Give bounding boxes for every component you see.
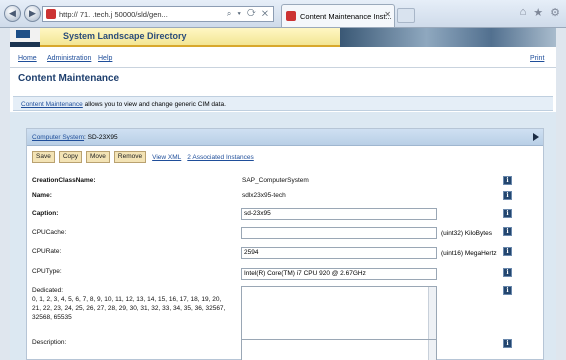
cpucache-label: CPUCache:	[32, 229, 67, 236]
nav-home-link[interactable]: Home	[18, 55, 37, 62]
nav-print-link[interactable]: Print	[530, 55, 544, 62]
info-bar: Content Maintenance allows you to view a…	[13, 96, 553, 111]
sld-banner: System Landscape Directory	[10, 28, 556, 47]
page-title: Content Maintenance	[18, 73, 120, 84]
web-page: System Landscape Directory Home Administ…	[10, 28, 556, 360]
computer-system-link[interactable]: Computer System	[32, 134, 84, 141]
info-icon[interactable]: i	[503, 339, 512, 348]
caption-label: Caption:	[32, 210, 59, 217]
info-icon[interactable]: i	[503, 286, 512, 295]
info-icon[interactable]: i	[503, 209, 512, 218]
content-maintenance-link[interactable]: Content Maintenance	[21, 101, 83, 108]
nav-administration-link[interactable]: Administration	[47, 55, 91, 62]
content-area: Computer System: SD-23X95 Save Copy Move…	[10, 112, 556, 360]
cputype-field[interactable]: Intel(R) Core(TM) i7 CPU 920 @ 2.67GHz	[241, 268, 437, 280]
description-field[interactable]	[241, 339, 437, 360]
info-icon[interactable]: i	[503, 176, 512, 185]
info-icon[interactable]: i	[503, 247, 512, 256]
site-icon	[46, 9, 56, 19]
caption-field[interactable]: sd-23x95	[241, 208, 437, 220]
address-controls[interactable]: ⌕ ▾ ⟳ ✕	[227, 9, 270, 19]
home-icon[interactable]: ⌂	[520, 6, 527, 19]
tab-close-icon[interactable]: ✕	[384, 10, 391, 19]
nav-help-link[interactable]: Help	[98, 55, 112, 62]
new-tab-button[interactable]	[397, 8, 415, 23]
info-icon[interactable]: i	[503, 191, 512, 200]
dedicated-values: 0, 1, 2, 3, 4, 5, 6, 7, 8, 9, 10, 11, 12…	[32, 296, 226, 321]
info-text: allows you to view and change generic CI…	[82, 101, 226, 108]
browser-toolbar-icons: ⌂ ★ ⚙	[520, 6, 560, 19]
dedicated-label: Dedicated:	[32, 287, 64, 294]
view-xml-link[interactable]: View XML	[152, 154, 181, 161]
cputype-label: CPUType:	[32, 268, 62, 275]
action-bar: Save Copy Move Remove View XML 2 Associa…	[32, 151, 254, 163]
tab-title: Content Maintenance Inst...	[300, 11, 392, 21]
description-label: Description:	[32, 339, 67, 346]
cpurate-unit: (uint16) MegaHertz	[441, 250, 497, 257]
info-icon[interactable]: i	[503, 227, 512, 236]
banner-title: System Landscape Directory	[40, 28, 340, 47]
cpucache-field[interactable]	[241, 227, 437, 239]
remove-button[interactable]: Remove	[113, 151, 147, 163]
instance-panel: Computer System: SD-23X95 Save Copy Move…	[26, 128, 544, 360]
creation-class-label: CreationClassName:	[32, 177, 96, 184]
cpurate-field[interactable]: 2594	[241, 247, 437, 259]
sap-logo	[10, 28, 40, 42]
name-value: sdlx23x95-tech	[242, 192, 286, 199]
computer-system-value: : SD-23X95	[84, 134, 118, 141]
move-button[interactable]: Move	[86, 151, 110, 163]
copy-button[interactable]: Copy	[58, 151, 83, 163]
associated-instances-link[interactable]: 2 Associated Instances	[187, 154, 254, 161]
address-text: http:// 71. .tech.j 50000/sld/gen...	[59, 9, 168, 19]
panel-header: Computer System: SD-23X95	[27, 129, 543, 146]
top-navigation: Home Administration Help Print	[10, 55, 556, 67]
address-bar[interactable]: http:// 71. .tech.j 50000/sld/gen... ⌕ ▾…	[42, 6, 274, 22]
description-scrollbar[interactable]	[428, 340, 436, 360]
back-icon[interactable]: ◀	[4, 5, 21, 22]
cpucache-unit: (uint32) KiloBytes	[441, 230, 492, 237]
nav-divider	[10, 67, 556, 68]
expand-arrow-icon[interactable]	[533, 133, 539, 141]
browser-chrome: ◀ ▶ http:// 71. .tech.j 50000/sld/gen...…	[0, 0, 566, 28]
banner-image	[340, 28, 556, 47]
save-button[interactable]: Save	[32, 151, 55, 163]
info-icon[interactable]: i	[503, 268, 512, 277]
tab-content-maintenance[interactable]: Content Maintenance Inst... ✕	[281, 4, 395, 27]
name-label: Name:	[32, 192, 52, 199]
star-icon[interactable]: ★	[533, 6, 543, 19]
gear-icon[interactable]: ⚙	[550, 6, 560, 19]
tab-site-icon	[286, 11, 296, 21]
creation-class-value: SAP_ComputerSystem	[242, 177, 309, 184]
forward-icon[interactable]: ▶	[24, 5, 41, 22]
cpurate-label: CPURate:	[32, 248, 62, 255]
